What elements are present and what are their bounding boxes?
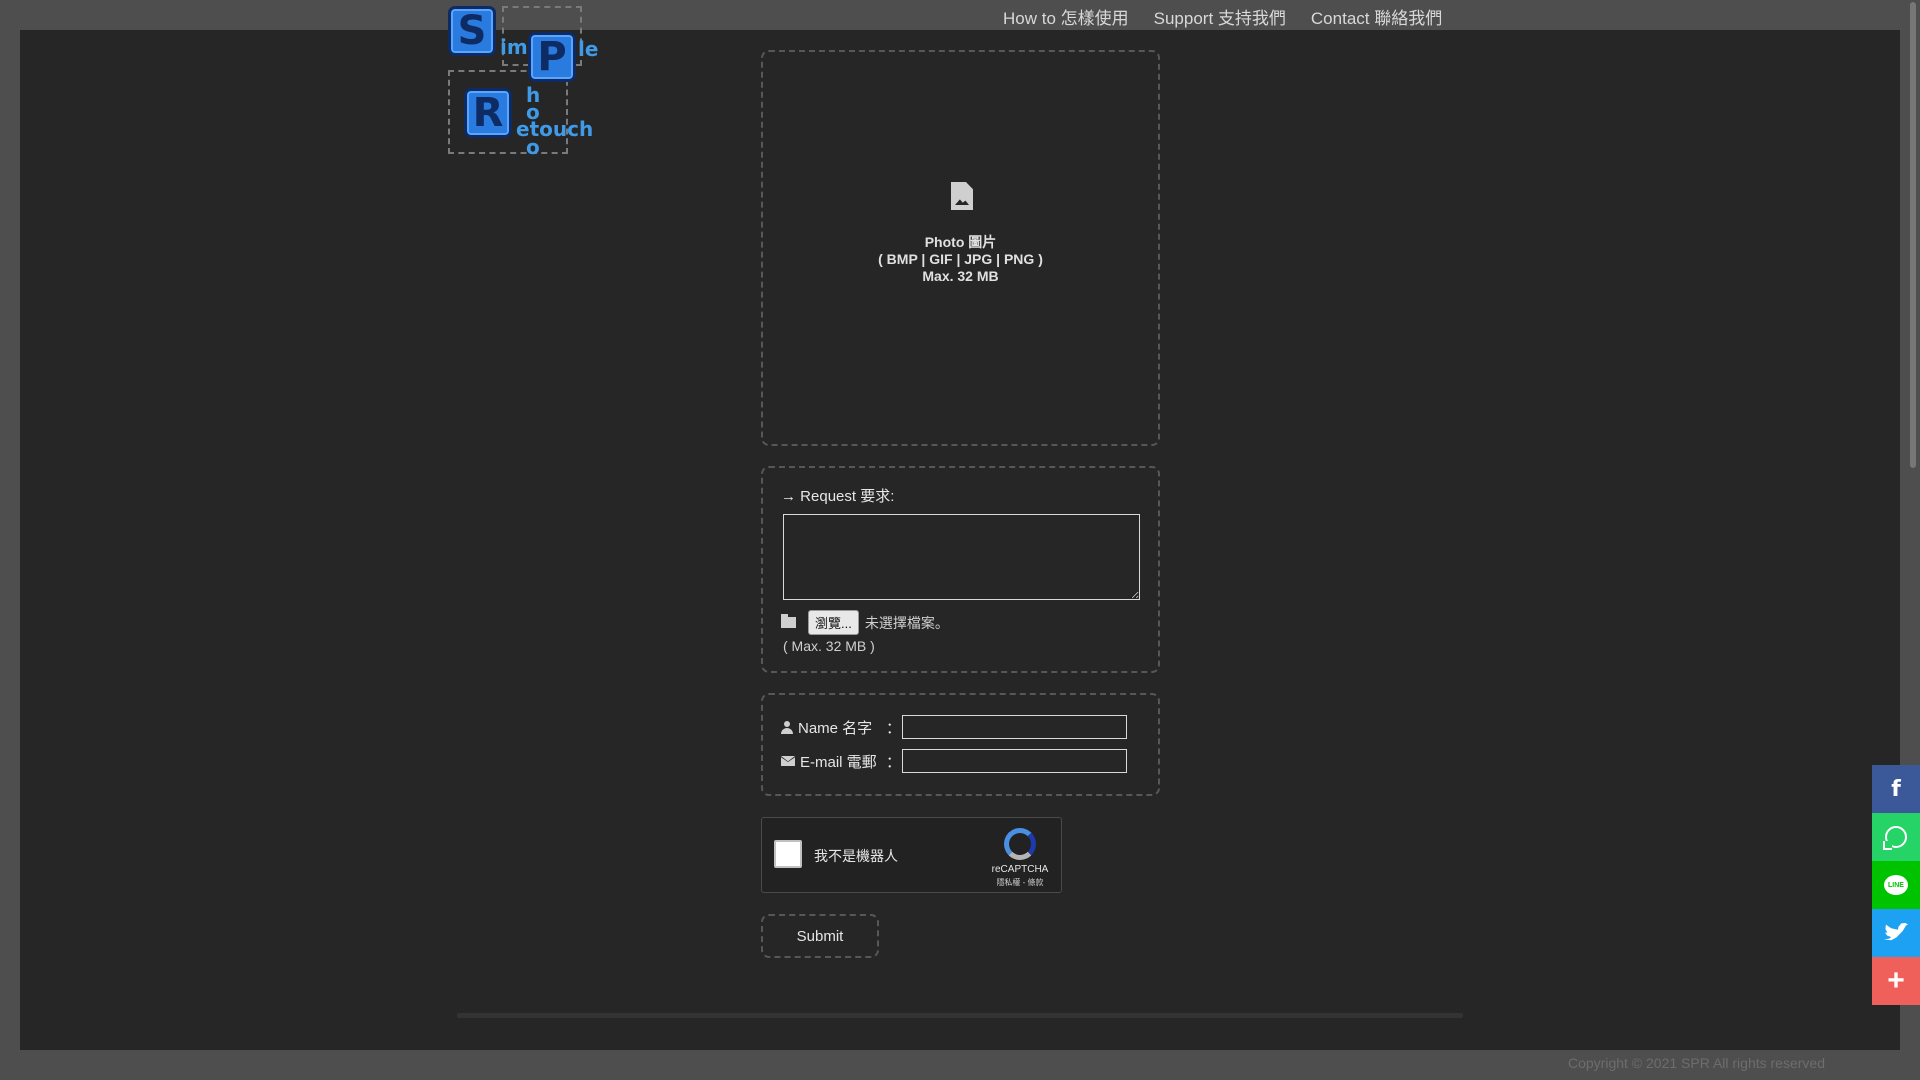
share-bar: f LINE + [1872,765,1920,1005]
logo-letter-r: R [464,88,512,138]
logo-letter-p: P [528,32,576,82]
arrow-right-icon: → [781,488,801,505]
recaptcha-widget: 我不是機器人 reCAPTCHA 隱私權 - 條款 [761,817,1062,893]
facebook-share-button[interactable]: f [1872,765,1920,813]
twitter-icon [1884,923,1908,941]
line-icon: LINE [1884,875,1908,895]
logo-text-o2: o [526,135,540,159]
recaptcha-brand: reCAPTCHA [991,864,1049,875]
name-input[interactable] [902,715,1127,739]
logo-text-im: im [500,35,528,59]
more-share-button[interactable]: + [1872,957,1920,1005]
whatsapp-share-button[interactable] [1872,813,1920,861]
scrollbar-thumb[interactable] [1910,2,1916,468]
attachment-row: 瀏覽... 未選擇檔案。 [781,610,949,635]
contact-section: Name 名字 ： E-mail 電郵 ： [761,693,1160,796]
user-icon [781,720,793,734]
no-file-selected-text: 未選擇檔案。 [864,614,949,631]
submit-wrapper: Submit [761,914,879,958]
email-label-text: E-mail 電郵 [800,753,877,771]
site-logo[interactable]: S im P le R h o etouch o [448,2,608,159]
request-label: → Request 要求: [781,485,894,506]
name-label: Name 名字 [781,717,886,738]
recaptcha-checkbox[interactable] [774,840,802,868]
plus-icon: + [1887,964,1905,997]
attachment-max-note: ( Max. 32 MB ) [783,638,875,654]
whatsapp-icon [1883,826,1907,850]
email-colon: ： [886,753,902,771]
upload-instructions: Photo 圖片 ( BMP | GIF | JPG | PNG ) Max. … [763,234,1158,285]
file-image-icon [951,182,973,210]
folder-icon [781,614,796,628]
email-label: E-mail 電郵 [781,751,886,772]
request-section: → Request 要求: 瀏覽... 未選擇檔案。 ( Max. 32 MB … [761,466,1160,673]
footer-divider [457,1013,1463,1018]
upload-line-photo: Photo 圖片 [924,234,997,250]
photo-upload-dropzone[interactable]: Photo 圖片 ( BMP | GIF | JPG | PNG ) Max. … [761,50,1160,446]
request-textarea[interactable] [783,514,1140,600]
nav-howto-link[interactable]: How to 怎樣使用 [1003,4,1129,29]
submit-button[interactable]: Submit [763,916,877,956]
envelope-icon [781,756,795,766]
logo-letter-s: S [448,6,496,56]
name-label-text: Name 名字 [798,719,873,737]
top-nav: How to 怎樣使用 Support 支持我們 Contact 聯絡我們 [1003,4,1442,29]
top-bar: How to 怎樣使用 Support 支持我們 Contact 聯絡我們 [0,0,1900,30]
upload-line-formats: ( BMP | GIF | JPG | PNG ) [878,251,1043,267]
recaptcha-label: 我不是機器人 [814,848,898,864]
twitter-share-button[interactable] [1872,909,1920,957]
recaptcha-privacy-terms-links[interactable]: 隱私權 - 條款 [984,877,1056,888]
name-colon: ： [886,719,902,737]
browse-button[interactable]: 瀏覽... [808,610,859,635]
request-label-text: Request 要求: [800,488,895,505]
email-input[interactable] [902,749,1127,773]
nav-contact-link[interactable]: Contact 聯絡我們 [1311,4,1442,29]
logo-text-le: le [578,37,599,61]
facebook-icon: f [1891,776,1901,802]
nav-support-link[interactable]: Support 支持我們 [1154,4,1286,29]
name-row: Name 名字 ： [781,715,1127,739]
recaptcha-logo-icon [1004,828,1036,860]
upload-line-max: Max. 32 MB [922,268,999,284]
email-row: E-mail 電郵 ： [781,749,1127,773]
line-share-button[interactable]: LINE [1872,861,1920,909]
copyright-text: Copyright © 2021 SPR All rights reserved [1568,1055,1825,1071]
